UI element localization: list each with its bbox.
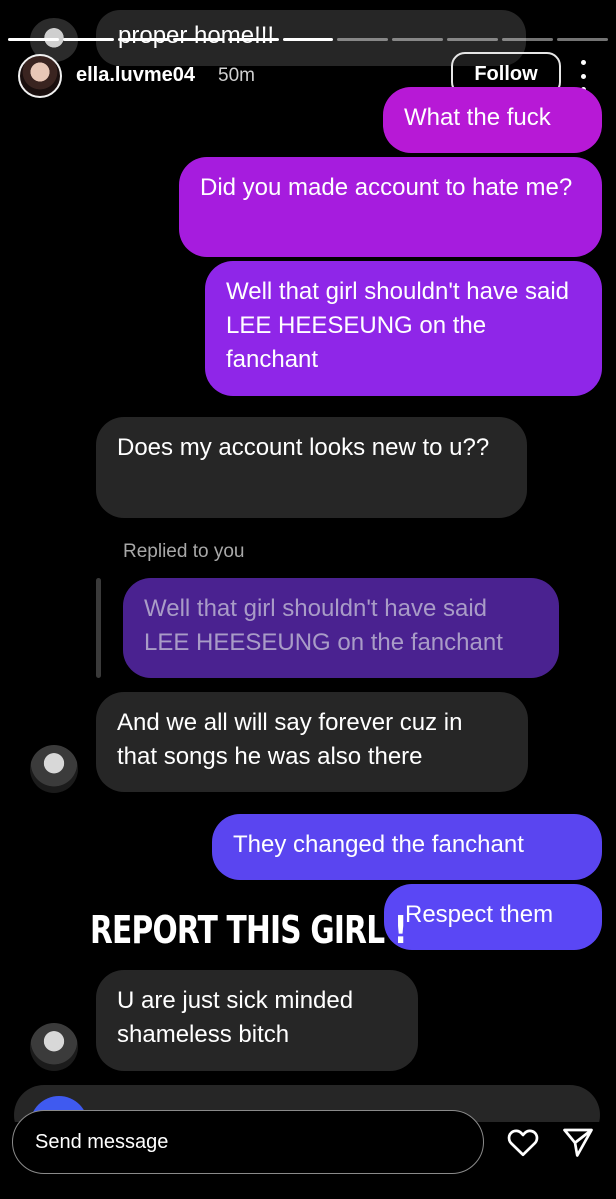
quoted-message-text: Well that girl shouldn't have said LEE H… — [144, 595, 503, 656]
outgoing-message: Did you made account to hate me? — [179, 157, 602, 257]
incoming-message: Does my account looks new to u?? — [96, 417, 527, 518]
incoming-message: And we all will say forever cuz in that … — [96, 692, 528, 792]
progress-segment — [447, 38, 499, 41]
message-text: Well that girl shouldn't have said LEE H… — [226, 278, 569, 373]
story-author-avatar[interactable] — [18, 54, 62, 98]
replied-to-label: Replied to you — [123, 541, 245, 562]
progress-segment — [8, 38, 59, 41]
progress-segment — [172, 38, 224, 41]
quoted-message[interactable]: Well that girl shouldn't have said LEE H… — [123, 578, 559, 678]
progress-segment — [392, 38, 444, 41]
progress-segment — [227, 38, 279, 41]
partial-message-text: proper home!!! — [118, 22, 275, 49]
reply-indicator-bar — [96, 578, 101, 678]
progress-segment — [502, 38, 554, 41]
progress-segment — [337, 38, 389, 41]
send-message-input[interactable]: Send message — [12, 1110, 484, 1174]
send-icon[interactable] — [560, 1124, 596, 1160]
progress-segment — [117, 38, 169, 41]
sender-avatar — [30, 1023, 78, 1071]
message-text: Did you made account to hate me? — [200, 174, 573, 201]
progress-segment — [62, 38, 114, 41]
heart-icon[interactable] — [505, 1124, 541, 1160]
message-text: And we all will say forever cuz in that … — [117, 709, 463, 770]
progress-segment — [282, 38, 334, 41]
outgoing-message: They changed the fanchant — [212, 814, 602, 880]
outgoing-message: Respect them — [384, 884, 602, 950]
incoming-message: U are just sick minded shameless bitch — [96, 970, 418, 1071]
story-progress-bar — [8, 38, 608, 41]
message-text: U are just sick minded shameless bitch — [117, 987, 354, 1048]
outgoing-message: What the fuck — [383, 87, 602, 153]
progress-segment — [557, 38, 608, 41]
story-time-ago: 50m — [218, 65, 255, 86]
message-text: They changed the fanchant — [233, 831, 524, 858]
sender-avatar — [30, 745, 78, 793]
story-author-username[interactable]: ella.luvme04 — [76, 64, 195, 87]
message-text: Does my account looks new to u?? — [117, 434, 490, 461]
message-text: Respect them — [405, 901, 554, 928]
message-text: What the fuck — [404, 104, 551, 131]
outgoing-message: Well that girl shouldn't have said LEE H… — [205, 261, 602, 396]
story-caption-text: REPORT THIS GIRL ! — [90, 908, 407, 952]
